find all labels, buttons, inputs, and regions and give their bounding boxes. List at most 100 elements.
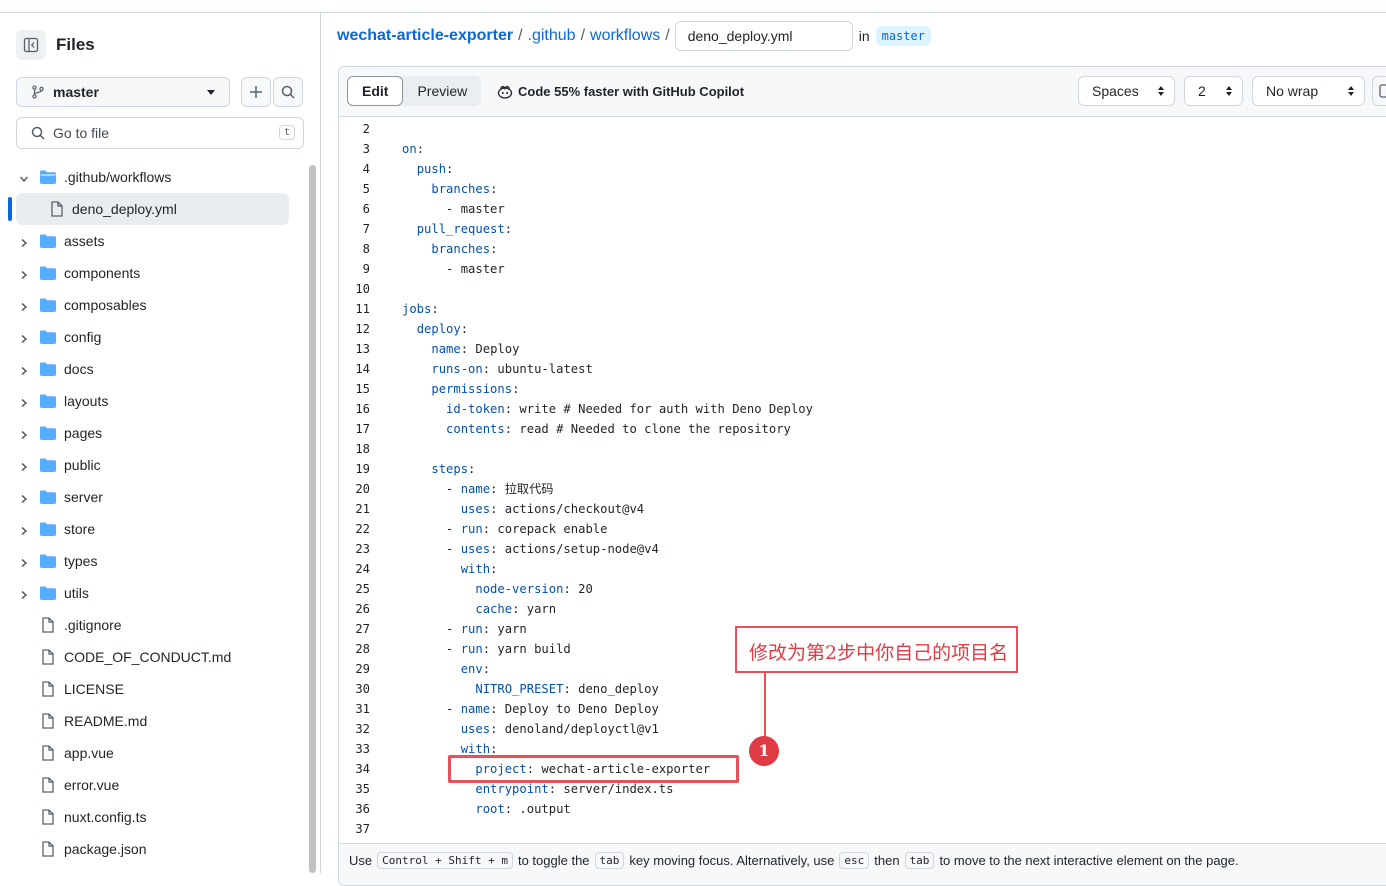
chevron-right-icon[interactable] <box>19 299 29 312</box>
branch-selector[interactable]: master <box>16 77 230 107</box>
expand-icon <box>1379 84 1386 98</box>
line-number: 27 <box>355 622 370 636</box>
chevron-right-icon[interactable] <box>19 491 29 504</box>
indent-mode-select[interactable]: Spaces <box>1078 76 1175 106</box>
add-file-button[interactable] <box>241 77 271 107</box>
line-number: 6 <box>362 202 370 216</box>
tree-folder[interactable]: docs <box>0 353 300 385</box>
breadcrumb-repo-link[interactable]: wechat-article-exporter <box>337 27 513 45</box>
chevron-right-icon[interactable] <box>19 363 29 376</box>
keyboard-hint: Use Control + Shift + m to toggle the ta… <box>349 852 1239 869</box>
line-content: jobs: <box>402 302 439 316</box>
tree-folder[interactable]: assets <box>0 225 300 257</box>
tree-folder[interactable]: composables <box>0 289 300 321</box>
code-line: 4 push: <box>339 159 1386 179</box>
tree-folder[interactable]: utils <box>0 577 300 609</box>
tree-file[interactable]: deno_deploy.yml <box>0 193 300 225</box>
line-wrap-select[interactable]: No wrap <box>1252 76 1365 106</box>
tab-preview[interactable]: Preview <box>403 76 481 106</box>
hint-text: Use <box>349 853 373 868</box>
chevron-right-icon[interactable] <box>19 235 29 248</box>
line-number: 23 <box>355 542 370 556</box>
code-line: 2 <box>339 119 1386 139</box>
line-content: branches: <box>431 242 498 256</box>
tree-file[interactable]: nuxt.config.ts <box>0 801 300 833</box>
tree-file[interactable]: README.md <box>0 705 300 737</box>
tree-folder[interactable]: server <box>0 481 300 513</box>
hint-text: then <box>874 853 900 868</box>
go-to-file-input[interactable]: Go to file t <box>16 117 304 149</box>
tree-folder[interactable]: store <box>0 513 300 545</box>
line-number: 26 <box>355 602 370 616</box>
tree-folder[interactable]: components <box>0 257 300 289</box>
line-content: cache: yarn <box>475 602 557 616</box>
tree-folder[interactable]: public <box>0 449 300 481</box>
tree-item-label: nuxt.config.ts <box>64 809 147 825</box>
tree-item-label: CODE_OF_CONDUCT.md <box>64 649 232 665</box>
tree-file[interactable]: CODE_OF_CONDUCT.md <box>0 641 300 673</box>
folder-icon <box>39 553 57 569</box>
chevron-right-icon[interactable] <box>19 459 29 472</box>
tree-folder[interactable]: .github/workflows <box>0 161 300 193</box>
line-number: 4 <box>362 162 370 176</box>
line-content: id-token: write # Needed for auth with D… <box>446 402 813 416</box>
line-number: 37 <box>355 822 370 836</box>
tree-file[interactable]: package.json <box>0 833 300 865</box>
code-line: 19 steps: <box>339 459 1386 479</box>
file-icon <box>48 201 66 217</box>
hint-kbd: Control + Shift + m <box>377 852 513 869</box>
line-number: 13 <box>355 342 370 356</box>
code-line: 12 deploy: <box>339 319 1386 339</box>
fullscreen-button[interactable] <box>1372 76 1386 106</box>
breadcrumb-github-link[interactable]: .github <box>528 27 576 45</box>
file-icon <box>39 777 57 793</box>
tree-item-label: package.json <box>64 841 147 857</box>
line-number: 12 <box>355 322 370 336</box>
indent-size-select[interactable]: 2 <box>1184 76 1243 106</box>
tree-folder[interactable]: pages <box>0 417 300 449</box>
tree-file[interactable]: .gitignore <box>0 609 300 641</box>
chevron-right-icon[interactable] <box>19 331 29 344</box>
line-number: 24 <box>355 562 370 576</box>
search-files-button[interactable] <box>273 77 303 107</box>
tree-folder[interactable]: types <box>0 545 300 577</box>
annotation-step-marker: 1 <box>749 736 779 766</box>
tree-file[interactable]: error.vue <box>0 769 300 801</box>
copilot-promo[interactable]: Code 55% faster with GitHub Copilot <box>497 84 744 99</box>
folder-icon <box>39 425 57 441</box>
file-icon <box>39 649 57 665</box>
tree-item-label: store <box>64 521 96 537</box>
tree-folder[interactable]: layouts <box>0 385 300 417</box>
code-line: 21 uses: actions/checkout@v4 <box>339 499 1386 519</box>
annotation-callout: 修改为第2步中你自己的项目名 <box>735 626 1018 673</box>
tree-file[interactable]: app.vue <box>0 737 300 769</box>
collapse-panel-button[interactable] <box>16 30 46 60</box>
line-number: 30 <box>355 682 370 696</box>
chevron-right-icon[interactable] <box>19 267 29 280</box>
code-line: 15 permissions: <box>339 379 1386 399</box>
chevron-right-icon[interactable] <box>19 555 29 568</box>
chevron-right-icon[interactable] <box>19 523 29 536</box>
tree-item-label: README.md <box>64 713 148 729</box>
file-icon <box>39 681 57 697</box>
tree-file[interactable]: LICENSE <box>0 673 300 705</box>
code-line: 8 branches: <box>339 239 1386 259</box>
annotation-highlight-box <box>448 755 739 783</box>
code-line: 31 - name: Deploy to Deno Deploy <box>339 699 1386 719</box>
line-number: 15 <box>355 382 370 396</box>
sidebar-scroll-thumb[interactable] <box>309 165 316 873</box>
chevron-right-icon[interactable] <box>19 395 29 408</box>
tree-folder[interactable]: config <box>0 321 300 353</box>
line-number: 29 <box>355 662 370 676</box>
code-line: 23 - uses: actions/setup-node@v4 <box>339 539 1386 559</box>
line-number: 19 <box>355 462 370 476</box>
chevron-down-icon[interactable] <box>19 171 29 183</box>
tab-edit[interactable]: Edit <box>347 76 404 106</box>
chevron-right-icon[interactable] <box>19 587 29 600</box>
branch-name: master <box>53 84 99 100</box>
breadcrumb-workflows-link[interactable]: workflows <box>590 27 660 45</box>
filename-input[interactable]: deno_deploy.yml <box>674 21 853 51</box>
chevron-right-icon[interactable] <box>19 427 29 440</box>
line-content: permissions: <box>431 382 520 396</box>
folder-icon <box>39 585 57 601</box>
